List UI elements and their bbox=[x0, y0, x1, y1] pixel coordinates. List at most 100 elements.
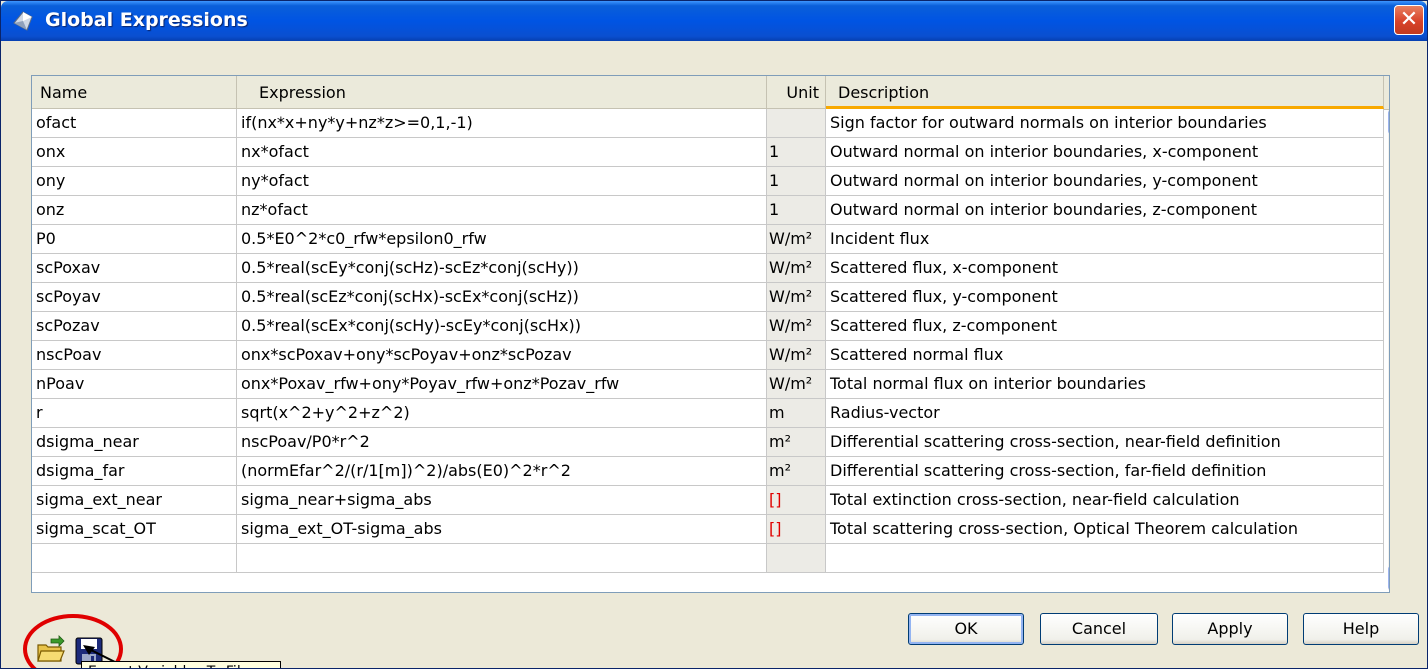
table-row[interactable]: ony ny*ofact 1 Outward normal on interior b… bbox=[32, 167, 1384, 196]
cell-description[interactable]: Total normal flux on interior boundaries bbox=[826, 370, 1384, 398]
cell-description[interactable]: Outward normal on interior boundaries, x… bbox=[826, 138, 1384, 166]
cell-expression[interactable] bbox=[237, 544, 767, 572]
cell-name[interactable]: dsigma_far bbox=[32, 457, 237, 485]
cell-expression[interactable]: nx*ofact bbox=[237, 138, 767, 166]
cell-unit[interactable]: W/m² bbox=[767, 312, 826, 340]
cell-expression[interactable]: onx*scPoxav+ony*scPoyav+onz*scPozav bbox=[237, 341, 767, 369]
cell-expression[interactable]: onx*Poxav_rfw+ony*Poyav_rfw+onz*Pozav_rf… bbox=[237, 370, 767, 398]
cell-description[interactable]: Scattered flux, z-component bbox=[826, 312, 1384, 340]
cell-name[interactable]: r bbox=[32, 399, 237, 427]
scroll-up-button[interactable]: ▲ bbox=[1388, 110, 1390, 134]
cell-expression[interactable]: 0.5*real(scEy*conj(scHz)-scEz*conj(scHy)… bbox=[237, 254, 767, 282]
table-row[interactable]: scPoyav 0.5*real(scEz*conj(scHx)-scEx*con… bbox=[32, 283, 1384, 312]
table-row[interactable]: ofact if(nx*x+ny*y+nz*z>=0,1,-1) Sign fact… bbox=[32, 109, 1384, 138]
chevron-down-icon: ▼ bbox=[1389, 567, 1390, 589]
cell-unit[interactable]: m² bbox=[767, 457, 826, 485]
cell-description[interactable]: Radius-vector bbox=[826, 399, 1384, 427]
cell-name[interactable]: sigma_scat_OT bbox=[32, 515, 237, 543]
help-button[interactable]: Help bbox=[1303, 613, 1419, 645]
cell-description[interactable]: Scattered flux, y-component bbox=[826, 283, 1384, 311]
cell-unit[interactable]: [] bbox=[767, 486, 826, 514]
ok-button[interactable]: OK bbox=[908, 613, 1024, 645]
table-row[interactable]: onx nx*ofact 1 Outward normal on interior b… bbox=[32, 138, 1384, 167]
cell-name[interactable]: onx bbox=[32, 138, 237, 166]
cell-expression[interactable]: ny*ofact bbox=[237, 167, 767, 195]
cell-description[interactable]: Differential scattering cross-section, n… bbox=[826, 428, 1384, 456]
column-header-description[interactable]: Description bbox=[826, 76, 1384, 109]
scroll-down-button[interactable]: ▼ bbox=[1388, 566, 1390, 590]
vertical-scrollbar[interactable]: ▲ ▼ bbox=[1388, 110, 1390, 590]
table-row[interactable]: r sqrt(x^2+y^2+z^2) m Radius-vector bbox=[32, 399, 1384, 428]
cell-description[interactable]: Scattered flux, x-component bbox=[826, 254, 1384, 282]
cell-unit[interactable]: [] bbox=[767, 515, 826, 543]
cell-description[interactable]: Outward normal on interior boundaries, y… bbox=[826, 167, 1384, 195]
cell-unit[interactable]: m bbox=[767, 399, 826, 427]
cell-description[interactable] bbox=[826, 544, 1384, 572]
cell-description[interactable]: Sign factor for outward normals on inter… bbox=[826, 109, 1384, 137]
tooltip: Export Variables To File bbox=[81, 661, 281, 668]
cell-unit[interactable] bbox=[767, 109, 826, 137]
cell-name[interactable]: dsigma_near bbox=[32, 428, 237, 456]
cell-description[interactable]: Scattered normal flux bbox=[826, 341, 1384, 369]
cell-description[interactable]: Total extinction cross-section, near-fie… bbox=[826, 486, 1384, 514]
cell-expression[interactable]: 0.5*real(scEx*conj(scHy)-scEy*conj(scHx)… bbox=[237, 312, 767, 340]
cell-unit[interactable]: 1 bbox=[767, 138, 826, 166]
cell-unit[interactable]: 1 bbox=[767, 167, 826, 195]
scrollbar-thumb[interactable] bbox=[1389, 138, 1390, 562]
cell-expression[interactable]: sigma_ext_OT-sigma_abs bbox=[237, 515, 767, 543]
header-filler bbox=[1384, 76, 1389, 110]
cell-name[interactable]: scPoyav bbox=[32, 283, 237, 311]
cell-expression[interactable]: nscPoav/P0*r^2 bbox=[237, 428, 767, 456]
cell-name[interactable]: ony bbox=[32, 167, 237, 195]
cell-unit[interactable]: W/m² bbox=[767, 370, 826, 398]
cell-unit[interactable] bbox=[767, 544, 826, 572]
window-title: Global Expressions bbox=[45, 9, 248, 31]
cell-description[interactable]: Incident flux bbox=[826, 225, 1384, 253]
cell-unit[interactable]: W/m² bbox=[767, 283, 826, 311]
cell-name[interactable]: P0 bbox=[32, 225, 237, 253]
cell-expression[interactable]: 0.5*E0^2*c0_rfw*epsilon0_rfw bbox=[237, 225, 767, 253]
title-bar[interactable]: Global Expressions ✕ bbox=[1, 1, 1427, 41]
chevron-up-icon: ▲ bbox=[1389, 111, 1390, 133]
cell-name[interactable]: nPoav bbox=[32, 370, 237, 398]
cell-description[interactable]: Outward normal on interior boundaries, z… bbox=[826, 196, 1384, 224]
cell-expression[interactable]: sigma_near+sigma_abs bbox=[237, 486, 767, 514]
cell-name[interactable]: nscPoav bbox=[32, 341, 237, 369]
cancel-button[interactable]: Cancel bbox=[1040, 613, 1158, 645]
cell-unit[interactable]: W/m² bbox=[767, 254, 826, 282]
cell-description[interactable]: Differential scattering cross-section, f… bbox=[826, 457, 1384, 485]
cell-expression[interactable]: nz*ofact bbox=[237, 196, 767, 224]
cell-name[interactable]: ofact bbox=[32, 109, 237, 137]
cell-name[interactable]: scPozav bbox=[32, 312, 237, 340]
cell-name[interactable]: scPoxav bbox=[32, 254, 237, 282]
cell-unit[interactable]: m² bbox=[767, 428, 826, 456]
column-header-name[interactable]: Name bbox=[32, 76, 237, 109]
cell-name[interactable] bbox=[32, 544, 237, 572]
cell-description[interactable]: Total scattering cross-section, Optical … bbox=[826, 515, 1384, 543]
column-header-expression[interactable]: Expression bbox=[237, 76, 767, 109]
table-row[interactable]: sigma_scat_OT sigma_ext_OT-sigma_abs[] Tot… bbox=[32, 515, 1384, 544]
cell-expression[interactable]: if(nx*x+ny*y+nz*z>=0,1,-1) bbox=[237, 109, 767, 137]
close-button[interactable]: ✕ bbox=[1394, 5, 1424, 35]
table-row[interactable]: dsigma_far (normEfar^2/(r/1[m])^2)/abs(E0… bbox=[32, 457, 1384, 486]
cell-name[interactable]: sigma_ext_near bbox=[32, 486, 237, 514]
cell-name[interactable]: onz bbox=[32, 196, 237, 224]
cell-expression[interactable]: sqrt(x^2+y^2+z^2) bbox=[237, 399, 767, 427]
table-row[interactable]: nPoav onx*Poxav_rfw+ony*Poyav_rfw+onz*Poz… bbox=[32, 370, 1384, 399]
expressions-table: Name Expression Unit Description ofact if… bbox=[31, 75, 1390, 593]
cell-expression[interactable]: (normEfar^2/(r/1[m])^2)/abs(E0)^2*r^2 bbox=[237, 457, 767, 485]
table-row[interactable]: onz nz*ofact 1 Outward normal on interior b… bbox=[32, 196, 1384, 225]
cell-unit[interactable]: W/m² bbox=[767, 225, 826, 253]
apply-button[interactable]: Apply bbox=[1172, 613, 1288, 645]
table-row[interactable]: scPozav 0.5*real(scEx*conj(scHy)-scEy*con… bbox=[32, 312, 1384, 341]
table-row[interactable]: dsigma_near nscPoav/P0*r^2 m² Differential … bbox=[32, 428, 1384, 457]
table-row[interactable]: nscPoav onx*scPoxav+ony*scPoyav+onz*scPoz… bbox=[32, 341, 1384, 370]
cell-unit[interactable]: W/m² bbox=[767, 341, 826, 369]
cell-unit[interactable]: 1 bbox=[767, 196, 826, 224]
table-row[interactable]: scPoxav 0.5*real(scEy*conj(scHz)-scEz*con… bbox=[32, 254, 1384, 283]
column-header-unit[interactable]: Unit bbox=[767, 76, 826, 109]
table-row[interactable]: P0 0.5*E0^2*c0_rfw*epsilon0_rfw W/m² Incide… bbox=[32, 225, 1384, 254]
cell-expression[interactable]: 0.5*real(scEz*conj(scHx)-scEx*conj(scHz)… bbox=[237, 283, 767, 311]
table-row[interactable]: sigma_ext_near sigma_near+sigma_abs[] Tota… bbox=[32, 486, 1384, 515]
table-row[interactable] bbox=[32, 544, 1384, 573]
